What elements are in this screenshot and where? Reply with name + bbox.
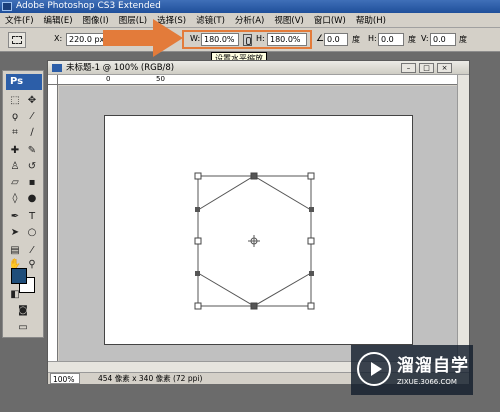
work-area — [59, 86, 457, 361]
menu-filter[interactable]: 滤镜(T) — [191, 14, 230, 26]
hskew-field[interactable]: 0.0 — [378, 33, 404, 46]
app-title: Adobe Photoshop CS3 Extended — [16, 1, 161, 11]
horizontal-ruler[interactable]: 0 50 — [58, 75, 458, 85]
app-title-bar: Adobe Photoshop CS3 Extended — [0, 0, 500, 13]
magic-wand-tool-icon[interactable]: ⁄ — [24, 109, 40, 123]
foreground-color-swatch[interactable] — [11, 268, 27, 284]
maximize-button[interactable]: □ — [419, 63, 434, 73]
pen-tool-icon[interactable]: ✒ — [7, 209, 23, 223]
default-colors-icon[interactable]: ◧ — [7, 287, 23, 301]
x-position-field[interactable]: 220.0 px — [66, 33, 106, 46]
ruler-corner — [48, 75, 58, 85]
rotation-unit: 度 — [352, 35, 360, 44]
ruler-tick-label: 0 — [106, 75, 111, 83]
eraser-tool-icon[interactable]: ▱ — [7, 175, 23, 189]
rotation-field[interactable]: 0.0 — [324, 33, 348, 46]
menu-help[interactable]: 帮助(H) — [351, 14, 391, 26]
hskew-unit: 度 — [408, 35, 416, 44]
history-brush-tool-icon[interactable]: ↺ — [24, 159, 40, 173]
document-info: 454 像素 x 340 像素 (72 ppi) — [98, 374, 203, 383]
scale-fields-highlight — [182, 30, 312, 49]
vertical-scrollbar[interactable] — [457, 75, 469, 361]
annotation-arrow-icon — [103, 19, 183, 57]
watermark-url: ZIXUE.3066.COM — [397, 378, 457, 386]
path-selection-tool-icon[interactable]: ➤ — [7, 225, 23, 239]
quick-mask-icon[interactable]: ◙ — [15, 303, 31, 317]
document-title: 未标题-1 @ 100% (RGB/8) — [66, 63, 175, 73]
ruler-tick-label: 50 — [156, 75, 165, 83]
hskew-label: H: — [368, 34, 377, 43]
eyedropper-tool-icon[interactable]: ⁄ — [24, 243, 40, 257]
ps-logo: Ps — [6, 74, 42, 90]
minimize-button[interactable]: – — [401, 63, 416, 73]
close-button[interactable]: × — [437, 63, 452, 73]
vskew-label: V: — [421, 34, 429, 43]
menu-edit[interactable]: 编辑(E) — [39, 14, 78, 26]
vskew-field[interactable]: 0.0 — [430, 33, 456, 46]
brush-tool-icon[interactable]: ✎ — [24, 143, 40, 157]
blur-tool-icon[interactable]: ◊ — [7, 191, 23, 205]
watermark-name: 溜溜自学 — [397, 356, 469, 376]
menu-window[interactable]: 窗口(W) — [309, 14, 351, 26]
lasso-tool-icon[interactable]: ϙ — [7, 109, 23, 123]
screen-mode-icon[interactable]: ▭ — [15, 320, 31, 334]
menu-analysis[interactable]: 分析(A) — [230, 14, 269, 26]
marquee-icon — [12, 36, 22, 44]
menu-bar: 文件(F) 编辑(E) 图像(I) 图层(L) 选择(S) 滤镜(T) 分析(A… — [0, 13, 500, 28]
healing-brush-tool-icon[interactable]: ✚ — [7, 143, 23, 157]
photoshop-app-icon — [2, 2, 12, 11]
gradient-tool-icon[interactable]: ▪ — [24, 175, 40, 189]
play-logo-icon — [357, 352, 391, 386]
menu-file[interactable]: 文件(F) — [0, 14, 39, 26]
document-window: 未标题-1 @ 100% (RGB/8) – □ × 0 50 100% 454… — [47, 60, 470, 384]
tools-panel: Ps ⬚ ✥ ϙ ⁄ ⌗ ∕ ✚ ✎ ♙ ↺ ▱ ▪ ◊ ● ✒ T ➤ ○ ▤… — [2, 70, 44, 338]
x-label: X: — [54, 34, 63, 43]
transform-shape[interactable] — [105, 116, 414, 346]
canvas[interactable] — [104, 115, 413, 345]
zoom-field[interactable]: 100% — [50, 373, 80, 384]
slice-tool-icon[interactable]: ∕ — [24, 125, 40, 139]
marquee-tool-icon[interactable]: ⬚ — [7, 93, 23, 107]
document-title-bar: 未标题-1 @ 100% (RGB/8) – □ × — [48, 61, 469, 75]
vskew-unit: 度 — [459, 35, 467, 44]
crop-tool-icon[interactable]: ⌗ — [7, 125, 23, 139]
document-icon — [52, 64, 62, 72]
watermark: 溜溜自学 ZIXUE.3066.COM — [351, 345, 473, 395]
move-tool-icon[interactable]: ✥ — [24, 93, 40, 107]
clone-stamp-tool-icon[interactable]: ♙ — [7, 159, 23, 173]
menu-view[interactable]: 视图(V) — [269, 14, 308, 26]
notes-tool-icon[interactable]: ▤ — [7, 243, 23, 257]
type-tool-icon[interactable]: T — [24, 209, 40, 223]
vertical-ruler[interactable] — [48, 85, 58, 361]
rotate-angle-icon: ∠ — [316, 34, 325, 44]
dodge-tool-icon[interactable]: ● — [24, 191, 40, 205]
tool-preset-picker[interactable] — [8, 32, 26, 48]
shape-tool-icon[interactable]: ○ — [24, 225, 40, 239]
